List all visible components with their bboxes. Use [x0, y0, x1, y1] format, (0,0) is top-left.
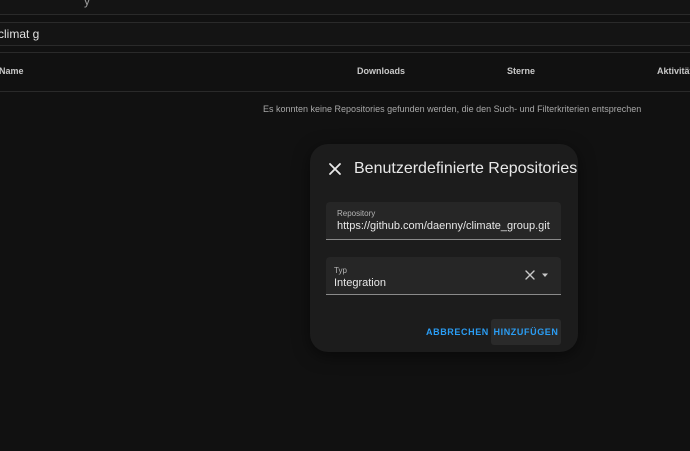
close-icon — [329, 163, 341, 175]
empty-results-message: Es konnten keine Repositories gefunden w… — [263, 104, 642, 114]
column-header-downloads[interactable]: Downloads — [357, 66, 405, 76]
type-selected-value: Integration — [334, 277, 386, 289]
search-input[interactable] — [0, 25, 298, 43]
page: y Name Downloads Sterne Aktivität Es kon… — [0, 0, 690, 451]
custom-repositories-dialog: Benutzerdefinierte Repositories Reposito… — [310, 144, 578, 352]
type-field-label: Typ — [334, 266, 347, 275]
repository-field-label: Repository — [337, 209, 376, 218]
cancel-button[interactable]: ABBRECHEN — [420, 319, 495, 345]
chevron-down-icon[interactable] — [540, 270, 550, 280]
column-header-name[interactable]: Name — [0, 66, 24, 76]
dialog-title: Benutzerdefinierte Repositories — [354, 160, 578, 177]
search-bar — [0, 22, 690, 46]
repository-input[interactable] — [337, 220, 552, 232]
header-fragment: y — [84, 0, 90, 8]
repository-field[interactable]: Repository — [326, 202, 561, 240]
clear-icon[interactable] — [524, 269, 536, 281]
column-header-activity[interactable]: Aktivität — [657, 66, 690, 76]
close-button[interactable] — [325, 159, 345, 179]
add-button[interactable]: HINZUFÜGEN — [491, 319, 561, 345]
column-header-stars[interactable]: Sterne — [507, 66, 535, 76]
table-header: Name Downloads Sterne Aktivität — [0, 52, 690, 92]
type-select[interactable]: Typ Integration — [326, 257, 561, 295]
top-strip: y — [0, 0, 690, 15]
